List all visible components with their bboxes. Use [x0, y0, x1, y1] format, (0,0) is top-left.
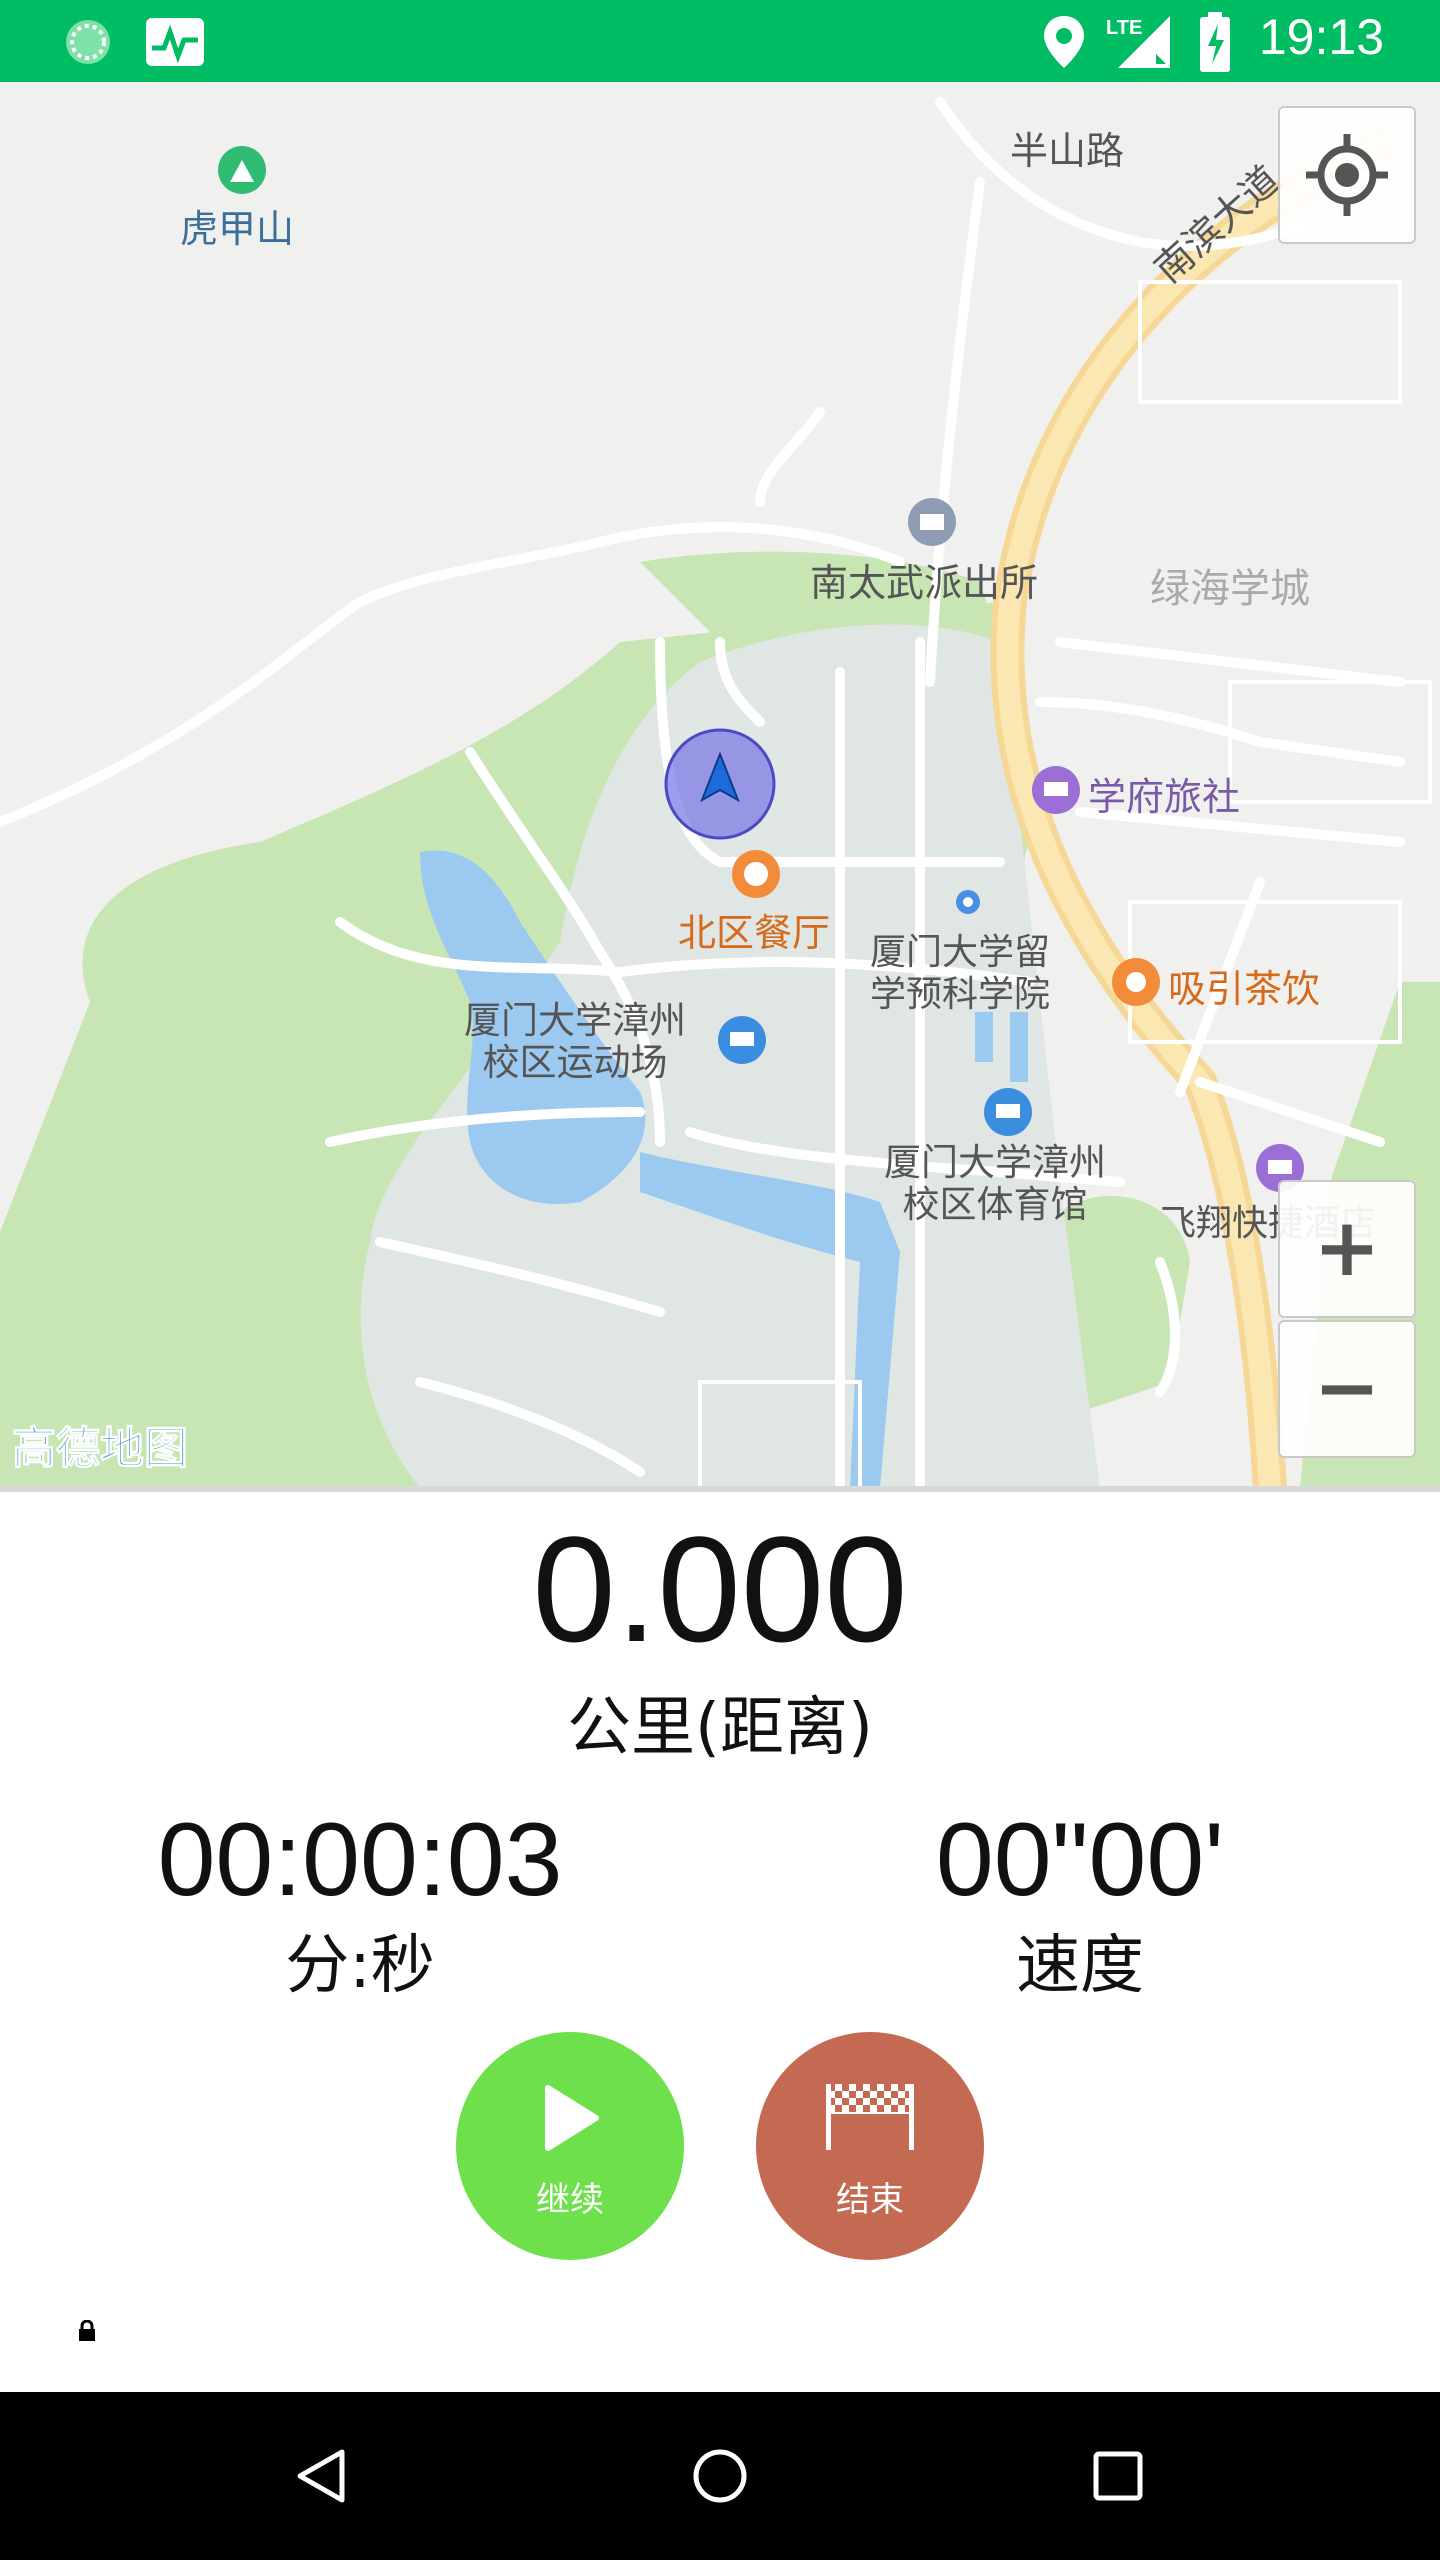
continue-button[interactable]: 继续	[456, 2032, 684, 2260]
map-attribution-logo: 高德地图	[12, 1423, 189, 1475]
sync-icon	[66, 20, 110, 64]
crosshair-icon	[1306, 134, 1388, 216]
status-time: 19:13	[1258, 9, 1384, 65]
finish-flag-icon	[826, 2084, 914, 2150]
play-icon	[545, 2085, 599, 2151]
map-view[interactable]: 虎甲山 半山路 南滨大道 南太武派出所 绿海学城 学府旅社 北区餐厅 厦门大学留…	[0, 82, 1440, 1488]
network-type: LTE	[1106, 17, 1142, 39]
continue-label: 继续	[536, 2180, 604, 2220]
speed-label: 速度	[1016, 1929, 1144, 2003]
signal-icon: LTE	[1106, 16, 1170, 68]
finish-label: 结束	[836, 2180, 904, 2220]
navigation-bar	[0, 2392, 1440, 2560]
map-label-hujiashan: 虎甲山	[180, 207, 295, 251]
map-label-gym-line1: 厦门大学漳州	[884, 1141, 1106, 1184]
back-icon[interactable]	[290, 2444, 354, 2508]
map-label-stadium: 厦门大学漳州 校区运动场	[464, 1000, 686, 1084]
activity-icon	[146, 18, 204, 66]
map-label-stadium-line2: 校区运动场	[482, 1041, 668, 1084]
map-label-prep-line2: 学预科学院	[870, 974, 1051, 1015]
map-label-prep: 厦门大学留 学预科学院	[870, 932, 1050, 1016]
map-label-gym: 厦门大学漳州 校区体育馆	[884, 1142, 1106, 1226]
map-label-beiqu: 北区餐厅	[678, 911, 831, 955]
locate-me-button[interactable]	[1278, 106, 1416, 244]
map-label-lvhai: 绿海学城	[1150, 566, 1310, 612]
finish-button[interactable]: 结束	[756, 2032, 984, 2260]
elapsed-time-label: 分:秒	[285, 1929, 435, 2003]
status-bar: LTE 19:13	[0, 0, 1440, 82]
location-icon	[1044, 16, 1084, 68]
map-label-police: 南太武派出所	[810, 561, 1039, 605]
distance-label: 公里(距离)	[567, 1691, 873, 1765]
map-label-prep-line1: 厦门大学留	[870, 932, 1051, 973]
map-label-banshanlu: 半山路	[1010, 129, 1125, 173]
map-label-gym-line2: 校区体育馆	[902, 1183, 1088, 1226]
map-label-xuefu: 学府旅社	[1088, 775, 1241, 819]
elapsed-time-value: 00:00:03	[157, 1802, 563, 1918]
home-icon[interactable]	[688, 2444, 752, 2508]
map-divider	[0, 1486, 1440, 1492]
zoom-out-button[interactable]: −	[1278, 1320, 1416, 1458]
speed-value: 00"00'	[935, 1802, 1225, 1918]
lock-icon	[79, 2320, 95, 2341]
map-label-tea: 吸引茶饮	[1168, 967, 1321, 1011]
map-label-stadium-line1: 厦门大学漳州	[464, 999, 686, 1042]
recents-icon[interactable]	[1086, 2444, 1150, 2508]
distance-value: 0.000	[532, 1505, 908, 1673]
zoom-in-button[interactable]: +	[1278, 1180, 1416, 1318]
battery-icon	[1200, 12, 1230, 72]
